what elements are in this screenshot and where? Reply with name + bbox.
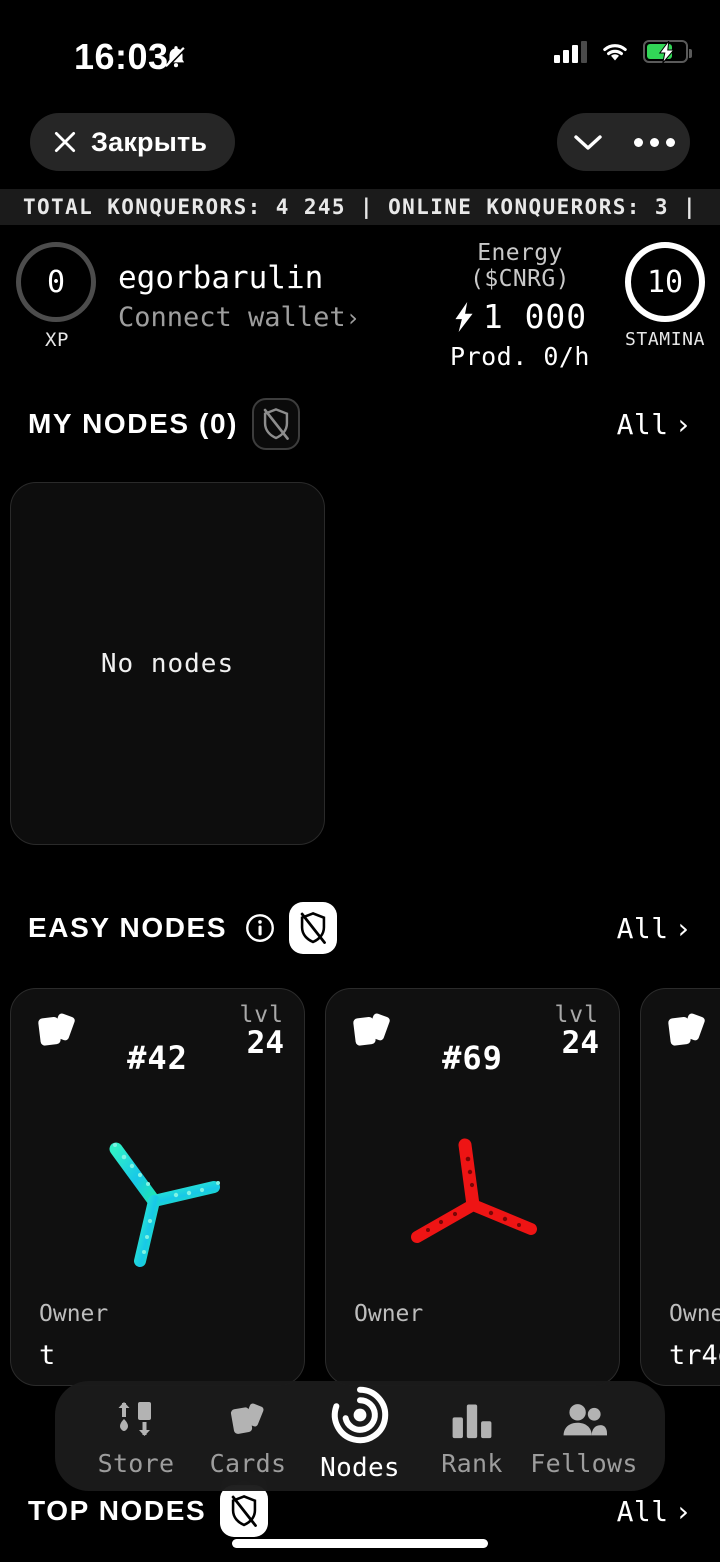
- node-owner-label: Owner: [39, 1301, 109, 1327]
- production-rate: Prod. 0/h: [450, 342, 590, 371]
- xp-label: XP: [45, 329, 69, 351]
- nav-item-cards[interactable]: Cards: [193, 1397, 303, 1478]
- tri-creature-icon: [410, 1138, 537, 1243]
- store-icon: [114, 1397, 158, 1443]
- top-nodes-shield-toggle[interactable]: [220, 1485, 269, 1537]
- xp-meter: 0 XP: [16, 242, 98, 351]
- bell-slash-icon: [165, 46, 185, 69]
- nav-item-cards-label: Cards: [209, 1449, 287, 1478]
- info-icon[interactable]: [245, 913, 275, 943]
- status-bar: 16:03: [0, 0, 720, 100]
- node-card[interactable]: lvl 24 #42 Owner t: [10, 988, 305, 1386]
- my-nodes-all-arrow: ›: [674, 407, 692, 441]
- node-owner-label: Owner: [669, 1301, 720, 1327]
- close-button[interactable]: Закрыть: [30, 113, 236, 171]
- my-nodes-empty-text: No nodes: [100, 648, 235, 679]
- nav-item-fellows[interactable]: Fellows: [529, 1397, 639, 1478]
- ellipsis-icon[interactable]: [634, 137, 675, 147]
- nav-item-fellows-label: Fellows: [530, 1449, 638, 1478]
- node-id: #69: [442, 1039, 503, 1077]
- ticker-text: TOTAL KONQUERORS: 4 245 | ONLINE KONQUER…: [22, 195, 698, 219]
- top-controls: Закрыть: [0, 113, 720, 171]
- window-controls[interactable]: [557, 113, 690, 171]
- easy-nodes-all-link[interactable]: All ›: [617, 912, 692, 945]
- cards-icon: [226, 1397, 270, 1443]
- home-indicator: [232, 1539, 488, 1548]
- status-bar-time: 16:03: [74, 36, 169, 77]
- my-nodes-all-label: All: [616, 407, 669, 441]
- people-icon: [561, 1397, 607, 1443]
- my-nodes-header: MY NODES (0) All ›: [0, 398, 720, 450]
- shield-off-icon: [263, 408, 289, 440]
- energy-value: 1 000: [482, 297, 588, 336]
- node-level-label: lvl: [554, 1002, 599, 1028]
- my-nodes-empty-card: No nodes: [10, 482, 325, 845]
- bottom-navigation[interactable]: Store Cards Nodes Rank Fellows: [55, 1381, 665, 1491]
- user-identity: egorbarulin Connect wallet›: [118, 260, 360, 333]
- easy-nodes-all-label: All: [616, 911, 669, 945]
- my-nodes-all-link[interactable]: All ›: [617, 408, 692, 441]
- node-owner-value: tr4g: [669, 1340, 720, 1371]
- energy-meter: Energy ($CNRG) 1 000 Prod. 0/h: [430, 240, 610, 371]
- nav-item-rank-label: Rank: [441, 1449, 503, 1478]
- stamina-value: 10: [625, 242, 705, 322]
- top-nodes-all-label: All: [616, 1494, 669, 1528]
- shield-off-icon: [300, 912, 327, 944]
- top-nodes-header: TOP NODES All ›: [0, 1485, 720, 1537]
- node-owner-label: Owner: [354, 1301, 424, 1327]
- wifi-icon: [603, 43, 627, 60]
- chevron-down-icon[interactable]: [572, 132, 604, 152]
- easy-nodes-title: EASY NODES: [28, 912, 228, 943]
- nodes-icon: [327, 1383, 393, 1447]
- username: egorbarulin: [118, 260, 324, 296]
- easy-nodes-card-row[interactable]: lvl 24 #42 Owner t lvl 24 #69 Owner Own …: [0, 988, 720, 1388]
- my-nodes-shield-toggle[interactable]: [252, 398, 301, 450]
- nav-item-store-label: Store: [97, 1449, 175, 1478]
- nav-item-rank[interactable]: Rank: [417, 1397, 527, 1478]
- xp-value: 0: [16, 242, 96, 322]
- lightning-bolt-icon: [455, 301, 473, 332]
- my-nodes-title: MY NODES (0): [28, 408, 239, 439]
- nav-item-nodes-label: Nodes: [320, 1453, 400, 1483]
- status-bar-indicators: [554, 40, 692, 63]
- close-icon: [54, 131, 76, 153]
- chart-icon: [450, 1397, 494, 1443]
- top-nodes-title: TOP NODES: [28, 1495, 207, 1526]
- connect-wallet-link[interactable]: Connect wallet›: [118, 302, 360, 333]
- top-nodes-all-link[interactable]: All ›: [617, 1495, 692, 1528]
- easy-nodes-shield-toggle[interactable]: [289, 902, 338, 954]
- shield-off-icon: [231, 1495, 258, 1527]
- cellular-bars-icon: [554, 40, 587, 63]
- konquerors-ticker: TOTAL KONQUERORS: 4 245 | ONLINE KONQUER…: [0, 189, 720, 225]
- close-button-label: Закрыть: [91, 126, 208, 157]
- connect-wallet-arrow: ›: [345, 304, 361, 332]
- tri-creature-icon: [109, 1142, 220, 1267]
- stamina-label: STAMINA: [624, 329, 706, 350]
- battery-charging-icon: [643, 40, 692, 63]
- nav-item-nodes[interactable]: Nodes: [305, 1383, 415, 1483]
- easy-nodes-all-arrow: ›: [674, 911, 692, 945]
- energy-label: Energy ($CNRG): [470, 240, 570, 292]
- top-nodes-all-arrow: ›: [674, 1494, 692, 1528]
- nav-item-store[interactable]: Store: [81, 1397, 191, 1478]
- cards-icon: [668, 1013, 705, 1046]
- app-screen: 16:03 Закрыть TOTAL KONQUERORS: 4 245 | …: [0, 0, 720, 1562]
- node-card[interactable]: lvl 24 #69 Owner: [325, 988, 620, 1386]
- node-id: #42: [127, 1039, 188, 1077]
- node-level-label: lvl: [239, 1002, 284, 1028]
- connect-wallet-label: Connect wallet: [118, 302, 346, 333]
- energy-value-row: 1 000: [430, 297, 610, 336]
- profile-header: 0 XP egorbarulin Connect wallet› Energy …: [0, 240, 720, 371]
- stamina-meter: 10 STAMINA: [620, 242, 710, 350]
- node-artwork: [11, 1109, 304, 1299]
- easy-nodes-header: EASY NODES All ›: [0, 902, 720, 954]
- node-card[interactable]: Owner tr4g: [640, 988, 720, 1386]
- node-artwork: [326, 1109, 619, 1299]
- node-owner-value: t: [39, 1340, 56, 1371]
